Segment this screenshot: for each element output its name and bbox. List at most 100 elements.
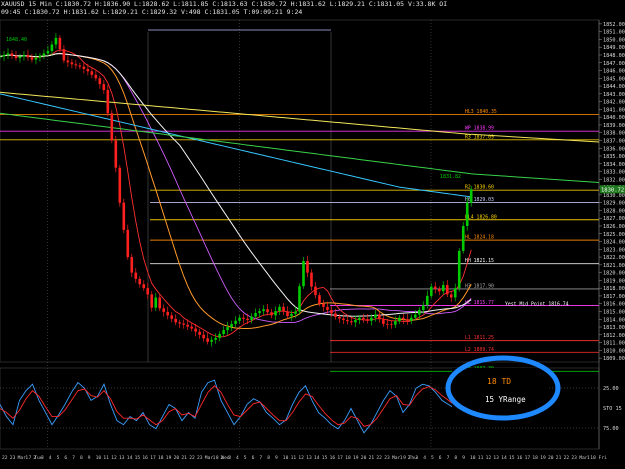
candle-body [30,57,34,60]
candle-body [266,309,269,313]
candle-body [230,323,233,328]
candle-body [18,56,22,59]
y-tick-label: 1840.00 [603,115,625,121]
candle-body [14,55,18,59]
y-tick-label: 1809.00 [603,356,625,362]
candle-body [453,288,457,298]
x-tick-label: 1 [213,455,216,461]
candle-body [10,53,14,56]
candle-body [414,314,417,318]
x-tick-label: 1 [25,455,28,461]
x-tick-label: 2 [33,455,36,461]
candle-body [58,37,62,50]
x-tick-label: Mar 9 Thu [392,455,417,461]
candle-body [290,313,293,317]
td-label: 18 TD [487,377,511,386]
level-label: L2 1809.74 [465,347,494,353]
candle-body [334,313,337,317]
y-tick-label: 1821.00 [603,263,625,269]
candle-body [222,330,225,335]
x-tick-label: 23 [197,455,203,461]
candle-body [50,44,54,52]
candle-body [394,321,397,325]
candle-body [54,37,58,45]
candle-body [350,321,353,323]
candle-body [174,318,178,323]
x-tick-label: 15 [322,455,328,461]
x-tick-label: 21 [181,455,187,461]
annotation-label: 1831.82 [440,174,461,180]
y-tick-label: 1827.00 [603,216,625,222]
price-chart[interactable]: 1852.00 1851.001850.00 1849.00 1848.00 1847.… [0,0,625,469]
candle-body [338,316,341,319]
level-label: H6 1829.03 [465,197,494,203]
candle-body [246,318,249,321]
y-tick-label: 1829.00 [603,201,625,207]
x-tick-label: 14 [127,455,133,461]
candle-body [342,318,345,321]
x-tick-label: 22 [376,455,382,461]
y-tick-label: 1848.00 [603,53,625,59]
x-tick-label: 13 [493,455,499,461]
x-tick-label: 17 [150,455,156,461]
candle-body [214,337,217,340]
candle-body [445,285,449,295]
candle-body [26,54,30,58]
candle-body [262,309,265,312]
x-tick-label: 11 [103,455,109,461]
candle-body [170,315,174,319]
x-tick-label: 7 [72,455,75,461]
y-tick-label: 1847.00 [603,61,625,67]
x-tick-label: 22 [2,455,8,461]
candle-body [433,286,437,289]
y-tick-label: 1835.00 [603,154,625,160]
x-tick-label: 8 [454,455,457,461]
x-tick-label: 9 [462,455,465,461]
candle-body [0,56,2,58]
x-tick-label: 1 [400,455,403,461]
candle-body [114,140,118,168]
x-tick-label: 10 [96,455,102,461]
annotation-label: Yest Mid Point 1816.74 [505,301,569,307]
yrange-label: 15 YRange [485,395,526,404]
x-tick-label: 20 [548,455,554,461]
x-tick-label: 21 [369,455,375,461]
candle-body [162,308,166,312]
x-tick-label: 5 [57,455,60,461]
y-tick-label: 1843.00 [603,92,625,98]
x-tick-label: 19 [353,455,359,461]
x-tick-label: 12 [298,455,304,461]
x-tick-label: 18 [532,455,538,461]
y-tick-label: 1849.00 [603,45,625,51]
candle-body [62,49,66,61]
y-tick-label: 1813.00 [603,325,625,331]
x-tick-label: 3 [41,455,44,461]
yellow-ma-line [0,91,472,135]
x-tick-label: 19 [540,455,546,461]
x-tick-label: Mar 8 Wed [205,455,230,461]
y-tick-label: 1822.00 [603,255,625,261]
candle-body [66,60,70,63]
candle-body [410,317,413,321]
candle-body [270,312,273,316]
candle-body [86,68,90,72]
candle-body [210,339,213,342]
candle-body [354,320,357,323]
candle-body [378,314,381,320]
candle-body [106,89,110,114]
y-tick-label: 1812.00 [603,333,625,339]
candle-body [461,225,465,251]
candle-body [278,306,281,312]
x-tick-label: 21 [556,455,562,461]
y-tick-label: 1850.00 [603,37,625,43]
candle-body [98,78,102,85]
x-tick-label: 15 [135,455,141,461]
candle-body [46,51,50,54]
candle-body [166,311,170,316]
stoch-tick-label: 75.00 [603,426,619,432]
candle-body [362,317,365,320]
candle-body [402,317,405,320]
candle-body [158,297,162,309]
candle-body [310,272,313,287]
y-tick-label: 1825.00 [603,232,625,238]
